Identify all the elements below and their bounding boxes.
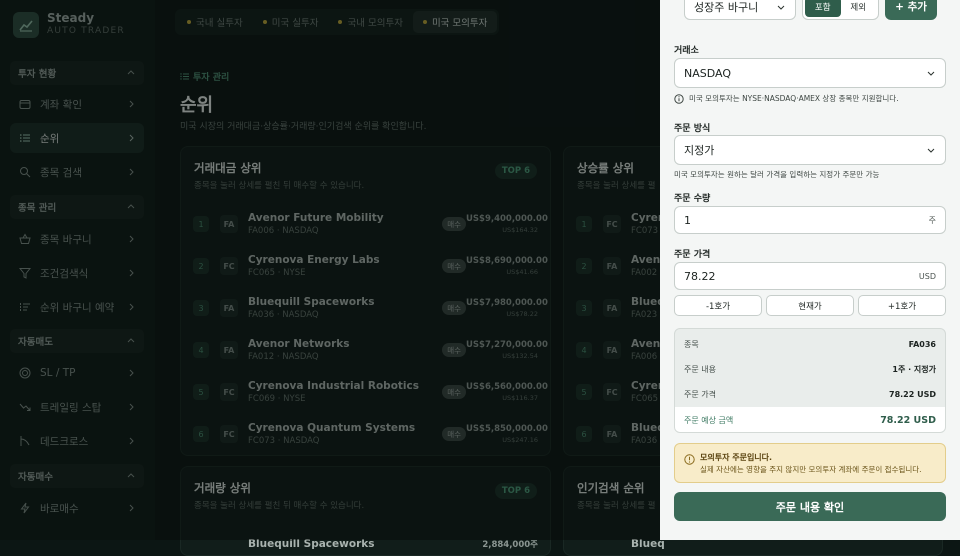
price-value: 78.22 — [684, 269, 716, 283]
chevron-down-icon — [776, 2, 786, 12]
summary-value: FA036 — [908, 339, 936, 349]
order-type-hint: 미국 모의투자는 원하는 달러 가격을 입력하는 지정가 주문만 가능 — [674, 170, 880, 179]
toggle-include[interactable]: 포함 — [805, 0, 841, 17]
add-button[interactable]: + 추가 — [885, 0, 937, 20]
toggle-exclude[interactable]: 제외 — [841, 0, 877, 17]
summary-key: 주문 내용 — [684, 364, 716, 374]
exchange-select[interactable]: NASDAQ — [674, 58, 946, 88]
order-panel: 성장주 바구니 포함 제외 + 추가 거래소 NASDAQ 미국 모의투자는 N… — [660, 0, 960, 540]
info-icon — [674, 93, 684, 104]
basket-select-value: 성장주 바구니 — [694, 1, 759, 14]
quantity-value: 1 — [684, 213, 691, 227]
summary-row-content: 주문 내용 1주 · 지정가 — [675, 356, 945, 382]
summary-value: 78.22 USD — [880, 414, 936, 426]
quantity-label: 주문 수량 — [674, 194, 711, 204]
minus-tick-button[interactable]: -1호가 — [674, 295, 762, 316]
price-unit: USD — [918, 271, 936, 281]
confirm-order-button[interactable]: 주문 내용 확인 — [674, 492, 946, 521]
summary-row-total: 주문 예상 금액 78.22 USD — [675, 407, 945, 432]
exchange-hint: 미국 모의투자는 NYSE·NASDAQ·AMEX 상장 종목만 지원합니다. — [674, 93, 899, 104]
summary-key: 주문 예상 금액 — [684, 415, 734, 425]
plus-tick-button[interactable]: +1호가 — [858, 295, 946, 316]
summary-key: 주문 가격 — [684, 389, 716, 399]
summary-row-price: 주문 가격 78.22 USD — [675, 381, 945, 407]
quantity-field[interactable]: 1 주 — [674, 206, 946, 234]
paper-trading-warning: 모의투자 주문입니다. 실제 자산에는 영향을 주지 않지만 모의투자 계좌에 … — [674, 443, 946, 483]
summary-row-stock: 종목 FA036 — [675, 331, 945, 357]
exchange-label: 거래소 — [674, 46, 699, 56]
price-field[interactable]: 78.22 USD — [674, 262, 946, 290]
exchange-select-value: NASDAQ — [684, 66, 732, 80]
modal-backdrop[interactable] — [0, 0, 660, 540]
price-label: 주문 가격 — [674, 250, 711, 260]
order-type-select[interactable]: 지정가 — [674, 135, 946, 165]
summary-value: 78.22 USD — [889, 389, 936, 399]
order-type-select-value: 지정가 — [684, 144, 715, 157]
current-price-button[interactable]: 현재가 — [766, 295, 854, 316]
warning-title: 모의투자 주문입니다. — [700, 453, 773, 462]
basket-select[interactable]: 성장주 바구니 — [684, 0, 796, 20]
order-type-label: 주문 방식 — [674, 124, 711, 134]
warning-text: 실제 자산에는 영향을 주지 않지만 모의투자 계좌에 주문이 접수됩니다. — [700, 465, 922, 474]
order-summary: 종목 FA036 주문 내용 1주 · 지정가 주문 가격 78.22 USD … — [674, 328, 946, 433]
chevron-down-icon — [926, 145, 936, 155]
chevron-down-icon — [926, 68, 936, 78]
exchange-hint-text: 미국 모의투자는 NYSE·NASDAQ·AMEX 상장 종목만 지원합니다. — [689, 94, 899, 103]
summary-value: 1주 · 지정가 — [892, 364, 936, 374]
summary-key: 종목 — [684, 339, 699, 349]
warning-icon — [684, 454, 695, 465]
quantity-unit: 주 — [928, 215, 936, 225]
include-toggle: 포함 제외 — [802, 0, 879, 20]
